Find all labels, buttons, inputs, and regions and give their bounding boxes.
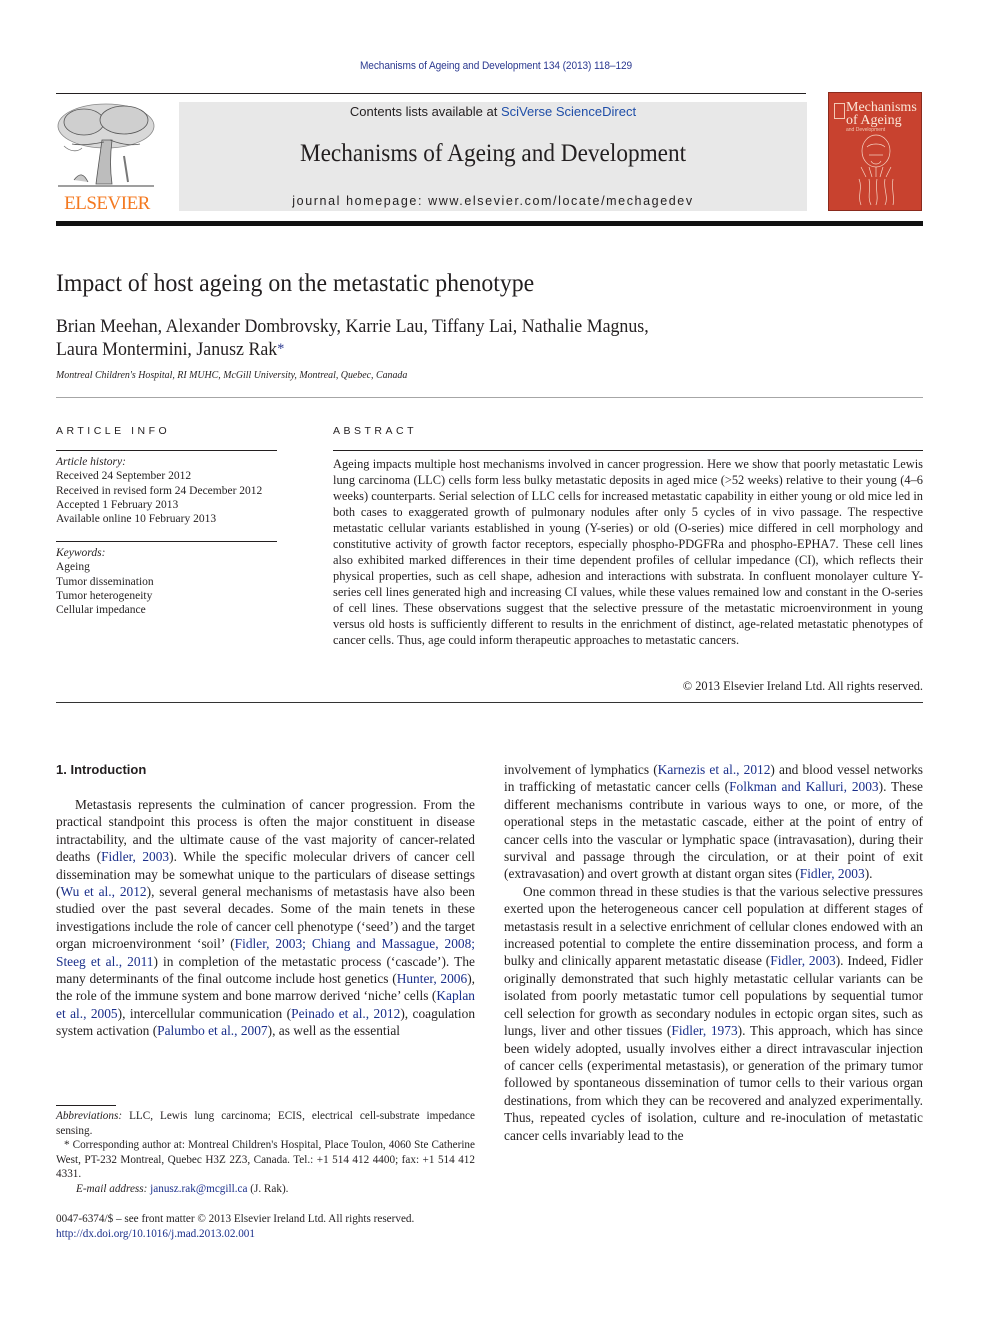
keywords-label: Keywords: [56,547,106,559]
elsevier-wordmark: ELSEVIER [64,193,150,214]
header-top-rule [56,93,806,94]
journal-cover-thumbnail[interactable]: Mechanisms of Ageing and Development [828,92,922,211]
citation-link[interactable]: Palumbo et al., 2007 [157,1023,267,1038]
keyword-item: Tumor dissemination [56,575,154,588]
author-list: Brian Meehan, Alexander Dombrovsky, Karr… [56,315,733,361]
contents-prefix: Contents lists available at [349,104,501,119]
corresponding-author-footnote: * Corresponding author at: Montreal Chil… [56,1139,475,1181]
citation-link[interactable]: Fidler, 2003 [101,849,169,864]
contents-availability: Contents lists available at SciVerse Sci… [179,104,807,119]
citation-link[interactable]: Kaplan et al., 2005 [56,988,475,1020]
citation-link[interactable]: Fidler, 2003 [770,953,835,968]
keyword-item: Cellular impedance [56,604,146,617]
article-info-rule [56,450,277,451]
keywords-rule [56,541,277,542]
abbreviations-label: Abbreviations: [56,1110,123,1122]
body-column-left: Metastasis represents the culmination of… [56,796,475,1040]
citation-link[interactable]: Hunter, 2006 [397,971,468,986]
authors-line-2-text: Laura Montermini, Janusz Rak [56,339,278,360]
article-title: Impact of host ageing on the metastatic … [56,270,535,297]
citation-link[interactable]: Folkman and Kalluri, 2003 [729,779,879,794]
history-revised: Received in revised form 24 December 201… [56,484,263,497]
citation-link[interactable]: Wu et al., 2012 [60,884,146,899]
citation-link[interactable]: Karnezis et al., 2012 [658,762,771,777]
abstract-heading: ABSTRACT [333,425,418,437]
issn-line: 0047-6374/$ – see front matter © 2013 El… [56,1213,415,1225]
intro-paragraph-1-continued: involvement of lymphatics (Karnezis et a… [504,762,923,882]
email-footnote: E-mail address: janusz.rak@mcgill.ca (J.… [56,1182,475,1197]
tree-icon [57,103,155,187]
email-label: E-mail address: [76,1182,148,1195]
doi-link[interactable]: http://dx.doi.org/10.1016/j.mad.2013.02.… [56,1227,475,1242]
intro-paragraph-1: Metastasis represents the culmination of… [56,797,476,1039]
history-received: Received 24 September 2012 [56,470,192,483]
cover-title: Mechanisms of Ageing [846,101,920,128]
email-suffix: (J. Rak). [247,1182,289,1195]
citation-link[interactable]: Fidler, 1973 [671,1023,737,1038]
title-divider [56,397,923,398]
front-matter: 0047-6374/$ – see front matter © 2013 El… [56,1212,475,1241]
journal-title: Mechanisms of Ageing and Development [299,140,687,167]
header-bottom-rule [56,221,923,226]
history-online: Available online 10 February 2013 [56,513,217,526]
cover-badge-icon [834,103,845,119]
article-info-heading: ARTICLE INFO [56,425,171,437]
journal-homepage-link[interactable]: journal homepage: www.elsevier.com/locat… [179,194,807,208]
keyword-item: Tumor heterogeneity [56,589,153,602]
history-accepted: Accepted 1 February 2013 [56,498,179,511]
section-heading-introduction: 1. Introduction [56,762,147,777]
footnote-rule [56,1105,116,1106]
author-affiliation: Montreal Children's Hospital, RI MUHC, M… [56,369,408,381]
journal-masthead: Contents lists available at SciVerse Sci… [179,102,807,211]
cover-title-line2: of Ageing [846,113,902,128]
footnotes: Abbreviations: LLC, Lewis lung carcinoma… [56,1109,475,1197]
journal-citation-link[interactable]: Mechanisms of Ageing and Development 134… [40,60,953,72]
citation-link[interactable]: Fidler, 2003; Chiang and Massague, 2008;… [56,936,475,968]
article-history-label: Article history: [56,456,126,468]
intro-paragraph-2: One common thread in these studies is th… [504,883,923,1143]
keywords: Keywords: Ageing Tumor dissemination Tum… [56,546,277,617]
abbreviations-footnote: Abbreviations: LLC, Lewis lung carcinoma… [56,1109,475,1138]
email-link[interactable]: janusz.rak@mcgill.ca [150,1183,247,1195]
abstract-text: Ageing impacts multiple host mechanisms … [333,457,923,647]
sciencedirect-link[interactable]: SciVerse ScienceDirect [501,104,636,119]
keyword-item: Ageing [56,561,90,574]
abstract-rule [333,450,923,451]
citation-link[interactable]: Fidler, 2003 [800,866,865,881]
authors-line-2: Laura Montermini, Janusz Rak* [56,338,733,361]
authors-line-1: Brian Meehan, Alexander Dombrovsky, Karr… [56,316,649,337]
cover-portrait-icon [858,134,894,206]
abstract-copyright: © 2013 Elsevier Ireland Ltd. All rights … [682,679,923,693]
abstract-divider [56,702,923,703]
corresponding-author-marker[interactable]: * [277,341,284,357]
citation-link[interactable]: Peinado et al., 2012 [291,1006,400,1021]
article-history: Article history: Received 24 September 2… [56,455,277,526]
body-column-right: involvement of lymphatics (Karnezis et a… [504,761,923,1144]
